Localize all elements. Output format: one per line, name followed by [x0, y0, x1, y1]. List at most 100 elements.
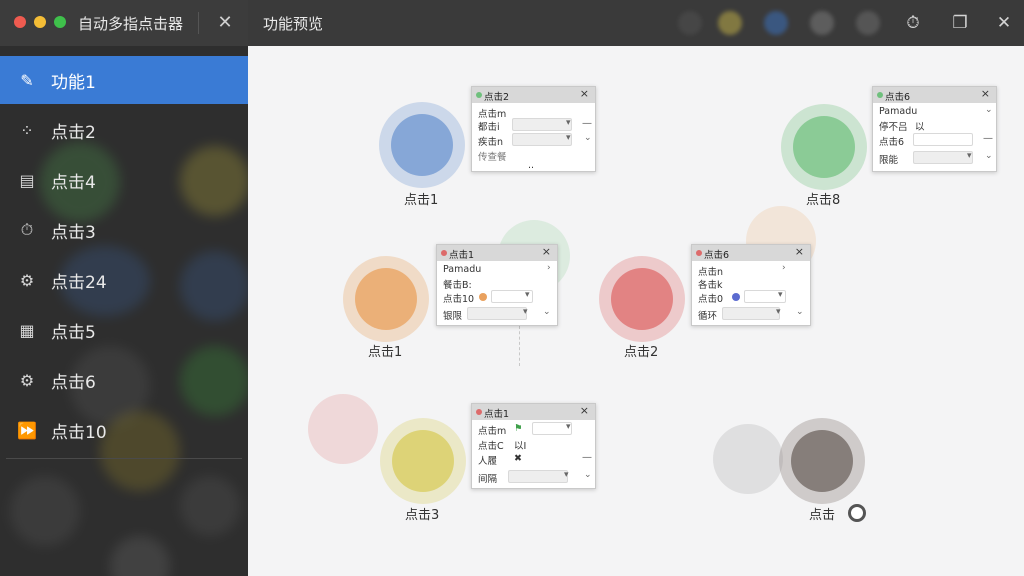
minimize-window-button[interactable] [34, 16, 46, 28]
calendar-icon: ▦ [19, 320, 35, 340]
panel-title: 点击6 [704, 250, 730, 261]
panel-close-icon[interactable]: × [580, 404, 589, 417]
chevron-down-icon: ▾ [566, 422, 571, 432]
fast-forward-icon: ⏩ [17, 420, 37, 440]
blurred-heart-icon [678, 11, 702, 35]
sidebar-item-click4[interactable]: ▤ 点击4 [0, 156, 248, 204]
tap-point-marker[interactable] [599, 256, 685, 342]
panel-select[interactable] [508, 470, 568, 483]
panel-row-label: 银限 [443, 311, 463, 322]
panel-header: 点击6 × [873, 87, 996, 103]
panel-title: 点击2 [484, 92, 510, 103]
chevron-down-icon: ⌄ [796, 307, 804, 317]
panel-header: 点击2 × [472, 87, 595, 103]
tap-point-marker[interactable] [781, 104, 867, 190]
panel-row-value: 以 [915, 122, 925, 133]
palette-icon: ⁘ [20, 120, 34, 140]
chevron-right-icon: › [782, 263, 786, 273]
bg-blob [110, 536, 170, 576]
chevron-down-icon: ▾ [525, 290, 530, 300]
timer-icon: ⏱ [20, 220, 34, 239]
panel-header: 点击1 × [472, 404, 595, 420]
timer-icon[interactable]: ⏱ [900, 10, 926, 36]
sidebar-item-label: 点击6 [51, 372, 96, 393]
chevron-down-icon: ▾ [967, 151, 972, 161]
panel-row-label: Pamadu [443, 264, 482, 275]
panel-title: 点击1 [449, 250, 475, 261]
panel-close-icon[interactable]: × [542, 245, 551, 258]
drag-handle-icon[interactable] [848, 504, 866, 522]
sidebar-item-label: 点击3 [51, 222, 96, 243]
point-settings-panel: 点击1 × Pamadu › 餐击B: 点击10 ▾ 银限 ▾ ⌄ [436, 244, 558, 326]
bg-blob [180, 476, 240, 536]
panel-row-label: 点击C [478, 441, 504, 452]
chevron-down-icon: ▾ [566, 118, 571, 128]
bg-blob [10, 476, 80, 546]
panel-minus-icon[interactable]: — [983, 133, 993, 144]
chevron-down-icon: ⌄ [584, 470, 592, 480]
tap-point-marker[interactable] [379, 102, 465, 188]
page-title: 功能预览 [263, 15, 324, 33]
tap-point-label: 点击1 [404, 193, 439, 208]
title-bar: 自动多指点击器 ✕ 功能预览 ⏱ ❐ ✕ [0, 0, 1024, 46]
blurred-yellow-icon [718, 11, 742, 35]
point-settings-panel: 点击2 × 点击m 都击i ▾ — 疾击n ▾ ⌄ 传查餐 .. [471, 86, 596, 172]
tap-point-label: 点击3 [405, 508, 440, 523]
gear-icon: ⚙ [19, 370, 35, 390]
panel-minus-icon[interactable]: — [582, 118, 592, 129]
tap-point-marker[interactable] [380, 418, 466, 504]
shuffle-icon[interactable]: ✖ [514, 453, 522, 464]
panel-row-label: 餐击B: [443, 280, 472, 291]
panel-row-value: 以I [514, 441, 527, 452]
panel-input[interactable] [512, 118, 572, 131]
panel-title: 点击1 [484, 409, 510, 420]
document-icon: ▤ [19, 170, 35, 190]
sidebar-close-icon[interactable]: ✕ [212, 10, 238, 36]
tap-point-marker[interactable] [779, 418, 865, 504]
sidebar-item-click2[interactable]: ⁘ 点击2 [0, 106, 248, 154]
panel-row-label: 点击6 [879, 137, 905, 148]
close-icon[interactable]: ✕ [991, 10, 1017, 36]
panel-select[interactable] [722, 307, 780, 320]
color-swatch-icon[interactable] [732, 293, 740, 301]
panel-footer: .. [528, 160, 535, 171]
panel-row-label: 间隔 [478, 474, 498, 485]
chevron-down-icon: ⌄ [985, 105, 993, 115]
panel-minus-icon[interactable]: — [582, 452, 592, 463]
sidebar-item-click6[interactable]: ⚙ 点击6 [0, 356, 248, 404]
preview-canvas[interactable]: 点击1 点击8 点击1 点击2 点击3 点击 点击2 × 点击m 都击i ▾ — [248, 46, 1024, 576]
panel-close-icon[interactable]: × [580, 87, 589, 100]
panel-color-dot [441, 250, 447, 256]
point-settings-panel: 点击6 × 点击n › 各击k 点击0 ▾ 循环 ▾ ⌄ [691, 244, 811, 326]
window-icon[interactable]: ❐ [947, 10, 973, 36]
panel-row-label: 停不吕 [879, 122, 908, 133]
chevron-right-icon: › [547, 263, 551, 273]
panel-select[interactable] [913, 151, 973, 164]
blurred-plus-icon [856, 11, 880, 35]
edit-icon: ✎ [20, 70, 34, 90]
color-swatch-icon[interactable] [479, 293, 487, 301]
chevron-down-icon: ▾ [776, 307, 781, 317]
panel-input[interactable] [913, 133, 973, 146]
panel-row-label: Pamadu [879, 106, 918, 117]
maximize-window-button[interactable] [54, 16, 66, 28]
sidebar-item-click3[interactable]: ⏱ 点击3 [0, 206, 248, 254]
sidebar-item-label: 点击5 [51, 322, 96, 343]
blurred-gray-icon [810, 11, 834, 35]
sidebar-item-label: 点击10 [51, 422, 107, 443]
close-window-button[interactable] [14, 16, 26, 28]
tap-point-marker[interactable] [343, 256, 429, 342]
sidebar-item-click24[interactable]: ⚙ 点击24 [0, 256, 248, 304]
panel-select[interactable] [512, 133, 572, 146]
sidebar-item-feature1[interactable]: ✎ 功能1 [0, 56, 248, 104]
chevron-down-icon: ⌄ [584, 133, 592, 143]
tap-point-label: 点击1 [368, 345, 403, 360]
panel-color-dot [476, 92, 482, 98]
sidebar-item-click10[interactable]: ⏩ 点击10 [0, 406, 248, 454]
sidebar-item-click5[interactable]: ▦ 点击5 [0, 306, 248, 354]
panel-close-icon[interactable]: × [981, 87, 990, 100]
sidebar-item-label: 点击24 [51, 272, 107, 293]
panel-row-label: 都击i [478, 122, 500, 133]
panel-close-icon[interactable]: × [795, 245, 804, 258]
panel-select[interactable] [467, 307, 527, 320]
